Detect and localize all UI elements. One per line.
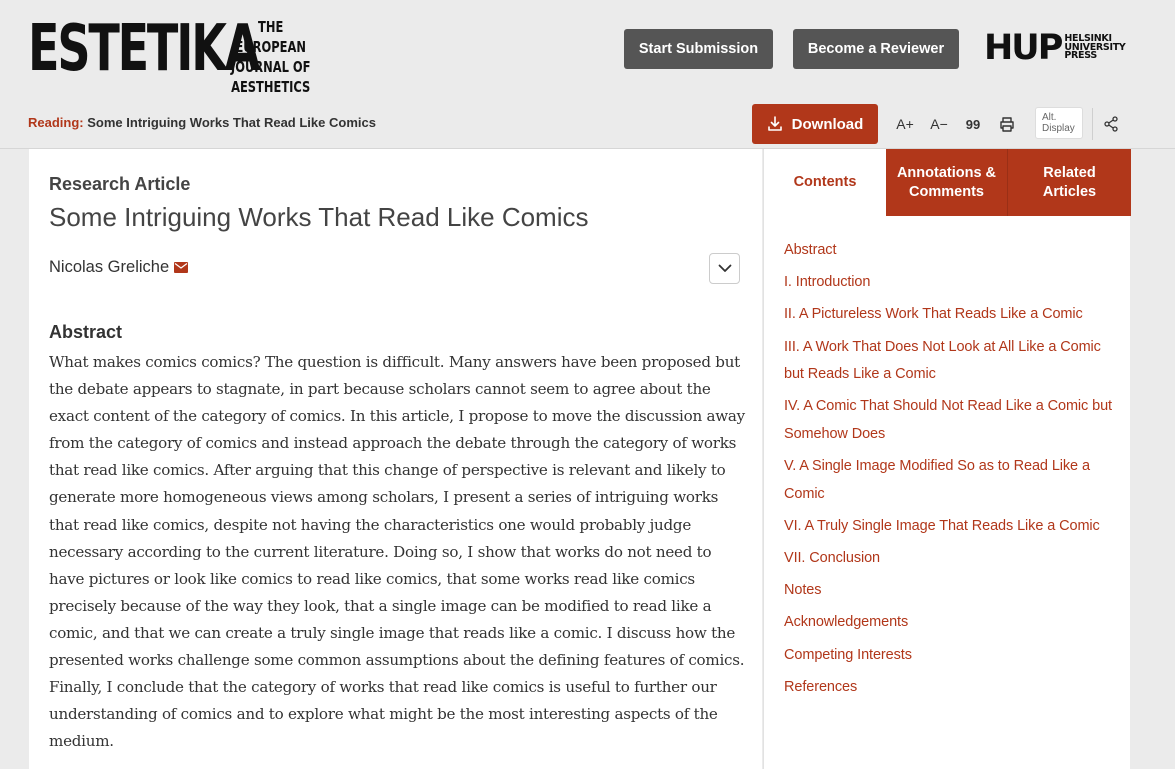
reading-title: Some Intriguing Works That Read Like Com… <box>87 115 376 130</box>
become-reviewer-button[interactable]: Become a Reviewer <box>793 29 959 69</box>
alt-display-line: Display <box>1042 123 1075 134</box>
toc-item[interactable]: IV. A Comic That Should Not Read Like a … <box>784 393 1116 448</box>
toolbar-divider <box>1092 108 1093 140</box>
toc-item[interactable]: V. A Single Image Modified So as to Read… <box>784 453 1116 508</box>
table-of-contents: Abstract I. Introduction II. A Picturele… <box>784 237 1116 706</box>
abstract-text: What makes comics comics? The question i… <box>49 353 745 751</box>
alt-display-line: Alt. <box>1042 112 1057 123</box>
tab-annotations-label: Annotations & Comments <box>896 164 997 200</box>
tab-contents[interactable]: Contents <box>764 149 886 216</box>
toc-item[interactable]: Acknowledgements <box>784 609 1116 637</box>
quote-icon: 99 <box>965 116 981 132</box>
logo-subtitle-line: AESTHETICS <box>231 78 311 96</box>
tab-annotations-comments[interactable]: Annotations & Comments <box>886 149 1007 216</box>
toc-item[interactable]: III. A Work That Does Not Look at All Li… <box>784 334 1116 389</box>
toc-item[interactable]: I. Introduction <box>784 269 1116 297</box>
article-panel: Research Article Some Intriguing Works T… <box>29 149 762 769</box>
tab-related-label: Related Articles <box>1042 164 1097 200</box>
reading-indicator: Reading: Some Intriguing Works That Read… <box>28 115 376 130</box>
author-line: Nicolas Greliche <box>49 258 189 277</box>
toc-item[interactable]: Competing Interests <box>784 642 1116 670</box>
cite-button[interactable]: 99 <box>958 108 988 140</box>
toc-item[interactable]: References <box>784 674 1116 702</box>
download-label: Download <box>791 115 864 133</box>
toc-item[interactable]: VI. A Truly Single Image That Reads Like… <box>784 513 1116 541</box>
author-details-toggle[interactable] <box>709 253 740 284</box>
alt-display-button[interactable]: Alt. Display <box>1035 107 1083 139</box>
author-name[interactable]: Nicolas Greliche <box>49 258 169 277</box>
print-icon <box>1000 116 1014 132</box>
journal-logo[interactable]: ESTETIKA THE EUROPEAN JOURNAL OF AESTHET… <box>28 12 340 96</box>
toc-item[interactable]: Notes <box>784 577 1116 605</box>
chevron-down-icon <box>718 264 731 272</box>
download-icon <box>767 116 782 131</box>
publisher-abbr: HUP <box>984 28 1063 68</box>
share-icon <box>1104 116 1118 132</box>
toc-item[interactable]: II. A Pictureless Work That Reads Like a… <box>784 301 1116 329</box>
print-button[interactable] <box>992 108 1022 140</box>
article-type: Research Article <box>49 174 191 194</box>
toc-item[interactable]: Abstract <box>784 237 1116 265</box>
publisher-line: PRESS <box>1064 50 1097 62</box>
toc-item[interactable]: VII. Conclusion <box>784 545 1116 573</box>
logo-subtitle-line: THE EUROPEAN <box>235 18 306 56</box>
reading-label: Reading: <box>28 115 84 130</box>
abstract-heading: Abstract <box>49 322 123 342</box>
increase-font-button[interactable]: A+ <box>890 108 920 140</box>
start-submission-button[interactable]: Start Submission <box>624 29 773 69</box>
decrease-font-button[interactable]: A− <box>924 108 954 140</box>
logo-subtitle: THE EUROPEAN JOURNAL OF AESTHETICS <box>230 16 311 97</box>
tab-related-articles[interactable]: Related Articles <box>1007 149 1131 216</box>
share-button[interactable] <box>1096 108 1126 140</box>
logo-subtitle-line: JOURNAL OF <box>230 58 311 76</box>
contents-sidebar: Contents Annotations & Comments Related … <box>763 149 1131 769</box>
logo-wordmark: ESTETIKA <box>28 12 260 86</box>
publisher-fullname: HELSINKI UNIVERSITY PRESS <box>1064 34 1125 62</box>
article-title: Some Intriguing Works That Read Like Com… <box>49 202 589 232</box>
publisher-logo[interactable]: HUP HELSINKI UNIVERSITY PRESS <box>984 28 1126 68</box>
mail-icon[interactable] <box>174 262 189 273</box>
download-button[interactable]: Download <box>752 104 878 144</box>
